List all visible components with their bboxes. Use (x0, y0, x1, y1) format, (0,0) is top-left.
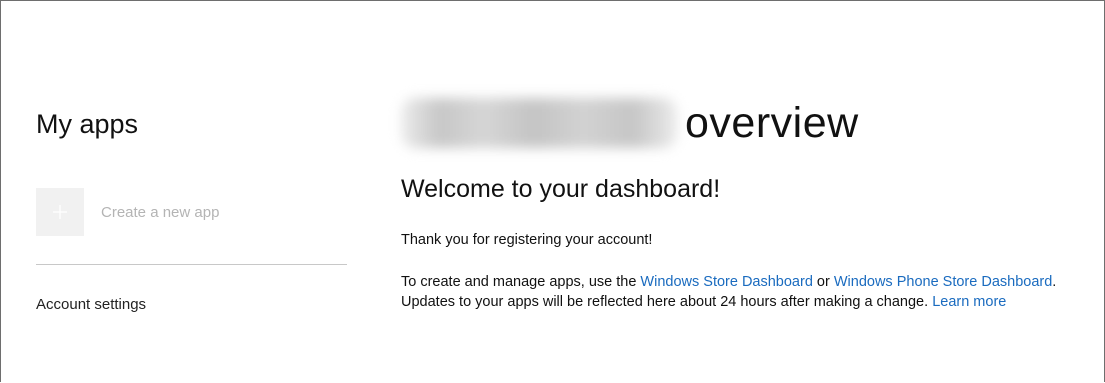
page-title: overview (401, 93, 859, 153)
sidebar-title: My apps (36, 109, 139, 139)
windows-store-dashboard-link[interactable]: Windows Store Dashboard (640, 274, 812, 290)
main-content: overview Welcome to your dashboard! Than… (401, 1, 1091, 382)
sidebar: My apps Create a new app Account setting… (36, 1, 348, 382)
account-settings-link[interactable]: Account settings (36, 296, 146, 313)
page-title-word: overview (685, 98, 859, 147)
dashboard-window: My apps Create a new app Account setting… (0, 0, 1105, 382)
info-intro-text: To create and manage apps, use the (401, 274, 641, 290)
welcome-heading: Welcome to your dashboard! (401, 175, 721, 203)
create-app-tile[interactable] (36, 188, 84, 236)
learn-more-link[interactable]: Learn more (932, 294, 1006, 310)
sidebar-divider (36, 264, 347, 265)
thanks-message: Thank you for registering your account! (401, 232, 653, 248)
create-app-label: Create a new app (101, 203, 220, 221)
windows-phone-store-dashboard-link[interactable]: Windows Phone Store Dashboard (834, 274, 1052, 290)
info-paragraph: To create and manage apps, use the Windo… (401, 273, 1086, 312)
plus-icon (53, 205, 67, 219)
redacted-app-name (401, 98, 677, 148)
info-or-text: or (812, 274, 834, 290)
create-new-app-button[interactable]: Create a new app (36, 188, 219, 236)
